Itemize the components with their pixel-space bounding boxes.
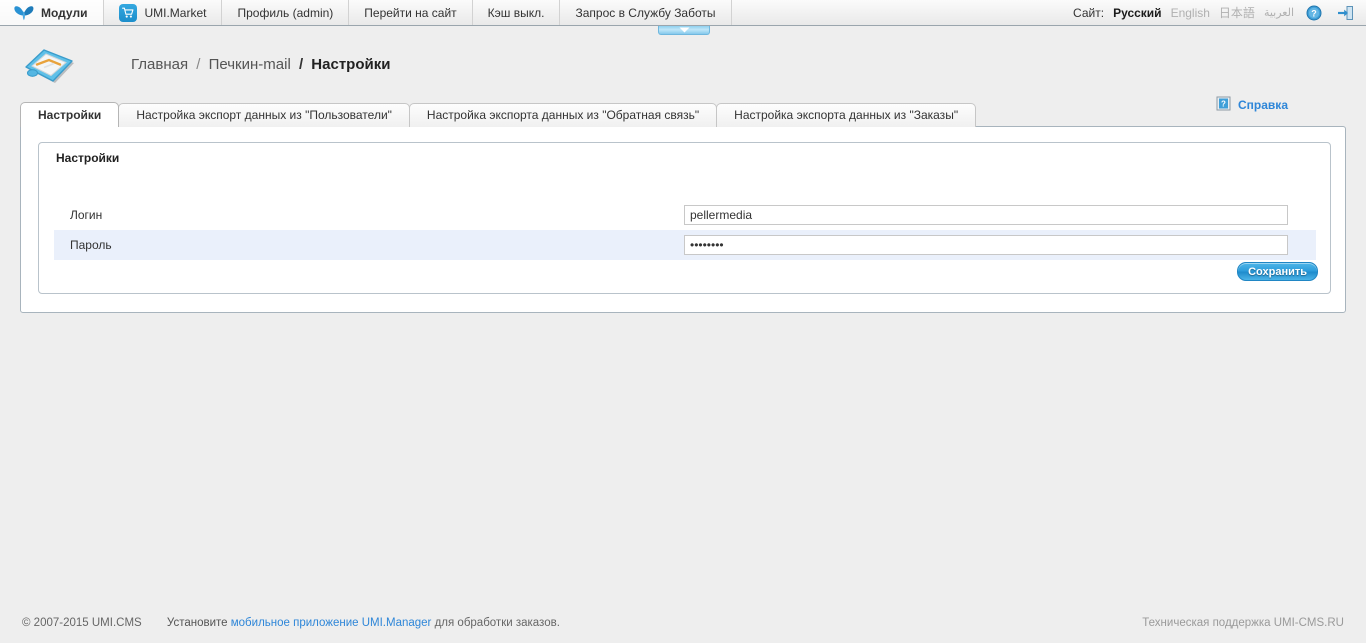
tab-export-orders-label: Настройка экспорта данных из "Заказы" (734, 108, 959, 122)
breadcrumb-module[interactable]: Печкин-mail (209, 56, 291, 73)
password-input[interactable] (684, 235, 1288, 255)
tab-settings-label: Настройки (38, 108, 102, 122)
question-circle-icon[interactable]: ? (1303, 0, 1325, 25)
help-link-label: Справка (1238, 98, 1288, 112)
panel-title: Настройки (56, 151, 120, 165)
breadcrumb-separator-1: / (196, 56, 201, 73)
toolbar-item-cache[interactable]: Кэш выкл. (473, 0, 561, 25)
form-row-login: Логин (54, 200, 1316, 230)
breadcrumb-home[interactable]: Главная (131, 56, 188, 73)
tab-export-users-label: Настройка экспорт данных из "Пользовател… (136, 108, 392, 122)
language-option-japanese[interactable]: 日本語 (1219, 4, 1255, 21)
form-row-password: Пароль (54, 230, 1316, 260)
install-suffix: для обработки заказов. (434, 617, 560, 629)
help-book-icon: ? (1216, 96, 1231, 114)
toolbar-label-profile: Профиль (admin) (237, 5, 334, 20)
site-label: Сайт: (1073, 5, 1105, 20)
content-frame: Настройки Логин Пароль Сохранить (20, 126, 1346, 313)
butterfly-icon (14, 5, 34, 21)
svg-text:?: ? (1221, 100, 1226, 109)
tab-bar: Настройки Настройка экспорт данных из "П… (20, 102, 977, 127)
settings-panel: Настройки Логин Пароль Сохранить (38, 142, 1331, 294)
login-label: Логин (70, 208, 103, 222)
support-text: Техническая поддержка UMI-CMS.RU (1142, 617, 1344, 629)
logout-icon[interactable] (1334, 0, 1356, 25)
language-option-russian[interactable]: Русский (1113, 6, 1162, 20)
save-button[interactable]: Сохранить (1237, 262, 1318, 281)
breadcrumb: Главная / Печкин-mail / Настройки (131, 56, 390, 73)
footer-left: © 2007-2015 UMI.CMS Установите мобильное… (22, 617, 560, 629)
page-footer: © 2007-2015 UMI.CMS Установите мобильное… (0, 605, 1366, 643)
toolbar-item-support-request[interactable]: Запрос в Службу Заботы (560, 0, 732, 25)
page-header: Главная / Печкин-mail / Настройки ? Спра… (0, 26, 1366, 112)
mail-tray-icon (20, 43, 80, 89)
toolbar-label-umi-market: UMI.Market (144, 5, 207, 20)
toolbar-label-go-to-site: Перейти на сайт (364, 5, 457, 20)
toolbar-item-profile[interactable]: Профиль (admin) (222, 0, 350, 25)
toolbar-item-modules[interactable]: Модули (0, 0, 105, 25)
settings-form: Логин Пароль (54, 200, 1316, 260)
top-toolbar: Модули UMI.Market Профиль (admin) Перейт… (0, 0, 1366, 26)
tab-export-users[interactable]: Настройка экспорт данных из "Пользовател… (118, 103, 410, 127)
svg-text:?: ? (1311, 8, 1317, 18)
language-option-arabic[interactable]: العربية (1264, 6, 1294, 19)
toolbar-label-modules: Модули (41, 5, 88, 20)
login-input[interactable] (684, 205, 1288, 225)
toolbar-item-go-to-site[interactable]: Перейти на сайт (349, 0, 473, 25)
tab-export-feedback[interactable]: Настройка экспорта данных из "Обратная с… (408, 103, 718, 127)
breadcrumb-separator-2: / (298, 56, 304, 73)
toolbar-label-support-request: Запрос в Службу Заботы (575, 5, 716, 20)
tab-export-orders[interactable]: Настройка экспорта данных из "Заказы" (716, 103, 977, 127)
cart-icon (119, 3, 138, 22)
toolbar-item-umi-market[interactable]: UMI.Market (104, 0, 223, 25)
password-label: Пароль (70, 238, 112, 252)
panel-actions: Сохранить (1237, 262, 1318, 281)
language-option-english[interactable]: English (1171, 6, 1210, 20)
page-title: Настройки (311, 56, 391, 73)
install-prefix: Установите (166, 617, 228, 629)
copyright-text: © 2007-2015 UMI.CMS (22, 617, 142, 629)
tab-settings[interactable]: Настройки (20, 102, 120, 127)
tab-export-feedback-label: Настройка экспорта данных из "Обратная с… (426, 108, 700, 122)
help-link[interactable]: ? Справка (1216, 96, 1288, 114)
toolbar-label-cache: Кэш выкл. (487, 5, 545, 20)
language-switcher: Сайт: Русский English 日本語 العربية ? (1059, 0, 1366, 25)
umi-manager-link[interactable]: мобильное приложение UMI.Manager (231, 617, 432, 629)
